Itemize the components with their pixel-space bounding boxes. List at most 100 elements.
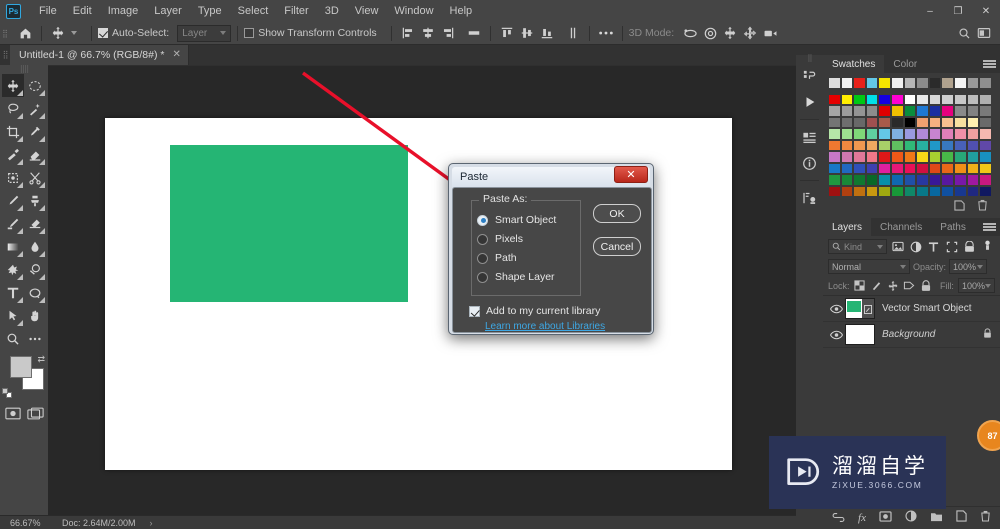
swatch-cell[interactable] — [865, 162, 879, 174]
swatch-cell[interactable] — [928, 185, 942, 197]
show-transform-controls-checkbox[interactable] — [244, 28, 255, 38]
swatch-cell[interactable] — [916, 139, 929, 151]
tools-panel-grip[interactable]: ⣿⣿ — [0, 65, 48, 74]
swatch-cell[interactable] — [840, 139, 854, 151]
swatch-cell[interactable] — [853, 93, 866, 105]
swatch-cell[interactable] — [941, 162, 954, 174]
ok-button[interactable]: OK — [593, 204, 641, 223]
menu-item-file[interactable]: File — [31, 2, 65, 20]
swatch-cell[interactable] — [953, 139, 967, 151]
lock-artboard-icon[interactable] — [903, 279, 915, 293]
swatch-cell[interactable] — [865, 185, 879, 197]
menu-item-filter[interactable]: Filter — [276, 2, 316, 20]
swatch-cell[interactable] — [903, 93, 917, 105]
swatch-cell[interactable] — [953, 174, 967, 186]
cancel-button[interactable]: Cancel — [593, 237, 641, 256]
delete-swatch-icon[interactable] — [977, 198, 988, 216]
swatch-cell[interactable] — [941, 93, 954, 105]
swatch-cell[interactable] — [865, 77, 879, 89]
swatch-cell[interactable] — [840, 128, 854, 140]
panel-menu-icon[interactable] — [983, 58, 996, 70]
swatch-cell[interactable] — [903, 116, 917, 128]
swatch-cell[interactable] — [941, 77, 954, 89]
canvas-area[interactable] — [48, 65, 796, 520]
distribute-vertically-icon[interactable] — [563, 23, 583, 43]
radio-button[interactable] — [477, 271, 488, 283]
auto-select-scope-dropdown[interactable]: Layer — [177, 24, 232, 42]
swatch-cell[interactable] — [878, 139, 891, 151]
swatch-cell[interactable] — [878, 128, 891, 140]
options-bar-grip[interactable]: ⣿ — [0, 22, 9, 45]
brush-tool-icon[interactable] — [2, 189, 24, 212]
swatch-cell[interactable] — [828, 162, 841, 174]
eraser-tool-icon[interactable] — [24, 143, 46, 166]
swatch-cell[interactable] — [865, 93, 879, 105]
swatch-cell[interactable] — [828, 116, 841, 128]
arrange-documents-icon[interactable] — [974, 23, 994, 43]
swatch-cell[interactable] — [840, 116, 854, 128]
swatch-cell[interactable] — [828, 77, 841, 89]
link-layers-icon[interactable] — [832, 509, 845, 527]
swatch-cell[interactable] — [840, 151, 854, 163]
swatch-cell[interactable] — [890, 174, 904, 186]
swatch-cell[interactable] — [840, 105, 854, 117]
swatch-cell[interactable] — [828, 174, 841, 186]
swatch-cell[interactable] — [953, 162, 967, 174]
path-selection-tool-icon[interactable] — [2, 304, 24, 327]
swatch-cell[interactable] — [828, 151, 841, 163]
paste-as-option-path[interactable]: Path — [477, 252, 517, 264]
swatch-cell[interactable] — [953, 93, 967, 105]
swatch-cell[interactable] — [928, 151, 942, 163]
lock-image-pixels-icon[interactable] — [870, 279, 882, 293]
add-to-library-checkbox[interactable] — [469, 305, 480, 317]
swatch-cell[interactable] — [966, 174, 980, 186]
swatch-cell[interactable] — [979, 105, 992, 117]
blend-mode-dropdown[interactable]: Normal — [828, 259, 910, 274]
swatch-cell[interactable] — [916, 151, 929, 163]
gradient-tool-icon[interactable] — [2, 235, 24, 258]
search-icon[interactable] — [954, 23, 974, 43]
swatch-cell[interactable] — [916, 128, 929, 140]
scale-3d-icon[interactable] — [760, 23, 780, 43]
home-icon[interactable] — [15, 23, 35, 43]
align-horizontal-centers-icon[interactable] — [418, 23, 438, 43]
swatch-cell[interactable] — [853, 139, 866, 151]
swatch-cell[interactable] — [878, 162, 891, 174]
swatch-cell[interactable] — [865, 128, 879, 140]
swatch-cell[interactable] — [840, 77, 854, 89]
layer-row[interactable]: Background — [823, 322, 1000, 348]
swatch-cell[interactable] — [916, 93, 929, 105]
swatch-cell[interactable] — [966, 139, 980, 151]
swatch-cell[interactable] — [953, 185, 967, 197]
swatch-cell[interactable] — [966, 77, 980, 89]
swatch-cell[interactable] — [878, 105, 891, 117]
swatch-cell[interactable] — [890, 116, 904, 128]
zoom-level[interactable]: 66.67% — [10, 518, 62, 528]
swatch-cell[interactable] — [853, 116, 866, 128]
swatch-cell[interactable] — [928, 93, 942, 105]
history-brush-tool-icon[interactable] — [2, 212, 24, 235]
align-top-edges-icon[interactable] — [497, 23, 517, 43]
swatch-cell[interactable] — [941, 151, 954, 163]
swatch-cell[interactable] — [878, 77, 891, 89]
swatch-cell[interactable] — [941, 116, 954, 128]
swatch-cell[interactable] — [890, 139, 904, 151]
swatch-cell[interactable] — [979, 174, 992, 186]
properties-panel-icon[interactable] — [796, 124, 823, 150]
swatch-cell[interactable] — [966, 93, 980, 105]
gradient-eraser-tool-icon[interactable] — [24, 212, 46, 235]
menu-item-select[interactable]: Select — [230, 2, 277, 20]
paste-as-option-smart-object[interactable]: Smart Object — [477, 214, 556, 226]
swatch-cell[interactable] — [840, 162, 854, 174]
swatch-cell[interactable] — [953, 128, 967, 140]
swatch-cell[interactable] — [979, 139, 992, 151]
swatch-cell[interactable] — [966, 128, 980, 140]
swatch-cell[interactable] — [941, 128, 954, 140]
swatch-cell[interactable] — [953, 105, 967, 117]
clone-stamp-tool-icon[interactable] — [24, 189, 46, 212]
tab-bar-grip[interactable]: ⣿ — [0, 45, 10, 65]
delete-layer-icon[interactable] — [980, 509, 991, 527]
swatch-cell[interactable] — [953, 77, 967, 89]
swatch-cell[interactable] — [903, 151, 917, 163]
radio-button[interactable] — [477, 233, 488, 245]
